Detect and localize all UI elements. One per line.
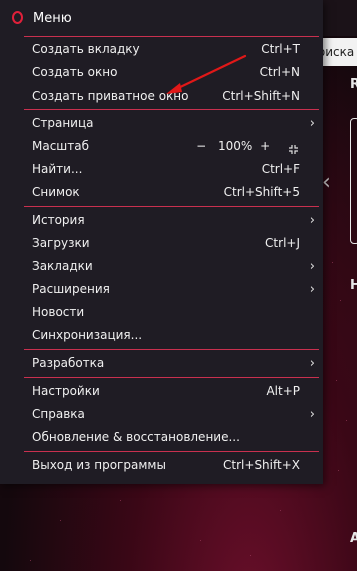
- zoom-level: 100%: [217, 139, 253, 153]
- menu-item-page[interactable]: Страница ›: [24, 112, 319, 135]
- menu-item-downloads[interactable]: Загрузки Ctrl+J: [24, 232, 319, 255]
- chevron-right-icon: ›: [309, 407, 315, 422]
- section-heading-a: A: [350, 531, 357, 546]
- menu-item-shortcut: Ctrl+T: [261, 42, 300, 56]
- menu-item-label: Настройки: [32, 384, 100, 398]
- menu-item-label: Масштаб: [32, 139, 90, 153]
- menu-item-label: Новости: [32, 305, 85, 319]
- menu-item-label: Разработка: [32, 356, 105, 370]
- menu-item-shortcut: Ctrl+Shift+N: [222, 89, 300, 103]
- menu-item-new-window[interactable]: Создать окно Ctrl+N: [24, 61, 319, 84]
- menu-item-label: Страница: [32, 116, 94, 130]
- menu-item-history[interactable]: История ›: [24, 209, 319, 232]
- menu-item-shortcut: Ctrl+Shift+X: [223, 458, 300, 472]
- menu-item-sync[interactable]: Синхронизация...: [24, 324, 319, 347]
- menu-item-shortcut: Alt+P: [266, 384, 300, 398]
- menu-item-settings[interactable]: Настройки Alt+P: [24, 380, 319, 403]
- menu-item-exit[interactable]: Выход из программы Ctrl+Shift+X: [24, 454, 319, 477]
- menu-item-developer[interactable]: Разработка ›: [24, 352, 319, 375]
- menu-item-label: Обновление & восстановление...: [32, 430, 240, 444]
- speed-dial-card[interactable]: [350, 118, 357, 244]
- menu-item-label: Закладки: [32, 259, 93, 273]
- menu-item-extensions[interactable]: Расширения ›: [24, 278, 319, 301]
- menu-item-find[interactable]: Найти... Ctrl+F: [24, 158, 319, 181]
- section-heading-h: H: [350, 278, 357, 293]
- menu-item-label: Снимок: [32, 185, 80, 199]
- menu-item-shortcut: Ctrl+J: [265, 236, 300, 250]
- zoom-in-button[interactable]: +: [260, 135, 270, 158]
- menu-title: Меню: [33, 11, 72, 26]
- menu-item-help[interactable]: Справка ›: [24, 403, 319, 426]
- opera-logo-icon: [12, 11, 23, 24]
- menu-item-news[interactable]: Новости: [24, 301, 319, 324]
- chevron-right-icon: ›: [309, 116, 315, 131]
- chevron-right-icon: ›: [309, 213, 315, 228]
- menu-item-bookmarks[interactable]: Закладки ›: [24, 255, 319, 278]
- chevron-right-icon: ›: [309, 259, 315, 274]
- menu-item-label: Расширения: [32, 282, 110, 296]
- menu-item-update-recovery[interactable]: Обновление & восстановление...: [24, 426, 319, 449]
- menu-item-new-private-window[interactable]: Создать приватное окно Ctrl+Shift+N: [24, 85, 319, 108]
- fullscreen-icon[interactable]: [288, 140, 299, 154]
- menu-item-label: Создать приватное окно: [32, 89, 189, 103]
- zoom-out-button[interactable]: −: [196, 135, 206, 158]
- menu-separator: [24, 36, 319, 37]
- menu-item-label: Загрузки: [32, 236, 90, 250]
- menu-item-label: Создать вкладку: [32, 42, 140, 56]
- menu-separator: [24, 109, 319, 110]
- menu-item-zoom: Масштаб − 100% +: [24, 135, 319, 158]
- menu-separator: [24, 206, 319, 207]
- menu-separator: [24, 377, 319, 378]
- carousel-prev-arrow[interactable]: ‹: [322, 172, 331, 194]
- menu-item-label: Найти...: [32, 162, 83, 176]
- opera-main-menu: Меню Создать вкладку Ctrl+T Создать окно…: [0, 0, 323, 484]
- menu-item-label: История: [32, 213, 85, 227]
- menu-item-new-tab[interactable]: Создать вкладку Ctrl+T: [24, 38, 319, 61]
- menu-separator: [24, 349, 319, 350]
- menu-item-label: Справка: [32, 407, 85, 421]
- menu-item-label: Создать окно: [32, 65, 118, 79]
- menu-item-shortcut: Ctrl+Shift+5: [223, 185, 300, 199]
- chevron-right-icon: ›: [309, 356, 315, 371]
- menu-item-label: Синхронизация...: [32, 328, 143, 342]
- chevron-right-icon: ›: [309, 282, 315, 297]
- menu-item-shortcut: Ctrl+N: [259, 65, 300, 79]
- section-heading-r: R: [350, 77, 357, 92]
- menu-item-label: Выход из программы: [32, 458, 166, 472]
- menu-header[interactable]: Меню: [0, 0, 323, 36]
- menu-item-shortcut: Ctrl+F: [261, 162, 300, 176]
- menu-separator: [24, 451, 319, 452]
- menu-item-snapshot[interactable]: Снимок Ctrl+Shift+5: [24, 181, 319, 204]
